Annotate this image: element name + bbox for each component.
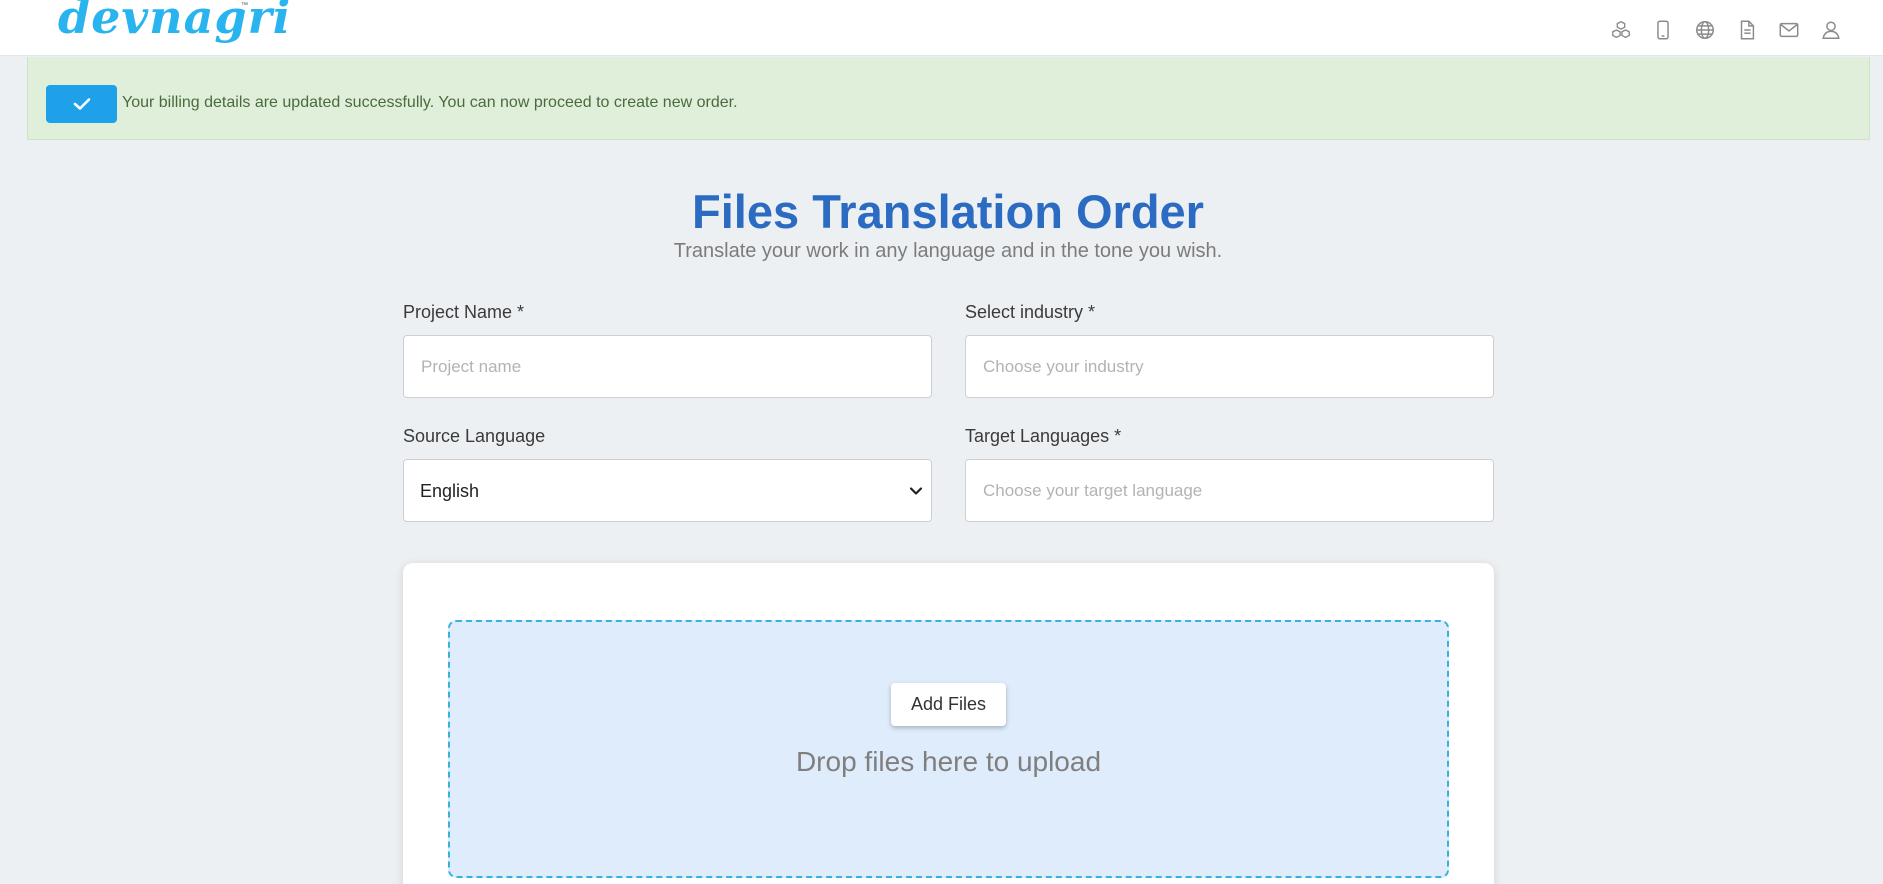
user-icon[interactable] <box>1819 18 1843 42</box>
logo-text: devnagri <box>58 0 292 44</box>
page-title: Files Translation Order <box>692 185 1204 238</box>
alert-message: Your billing details are updated success… <box>122 94 738 111</box>
industry-label: Select industry * <box>965 302 1096 322</box>
industry-input[interactable] <box>965 335 1494 398</box>
document-icon[interactable] <box>1735 18 1759 42</box>
project-name-label: Project Name * <box>403 302 525 322</box>
mobile-icon[interactable] <box>1651 18 1675 42</box>
mail-icon[interactable] <box>1777 18 1801 42</box>
alert-check-button[interactable] <box>46 85 117 123</box>
source-language-select[interactable]: English <box>403 459 932 522</box>
source-language-value: English <box>420 481 480 501</box>
page-subtitle: Translate your work in any language and … <box>673 240 1223 262</box>
top-navbar: devnagri ™ <box>0 0 1883 56</box>
logo-trademark: ™ <box>241 2 248 9</box>
devnagri-logo[interactable]: devnagri ™ <box>58 0 290 54</box>
cubes-icon[interactable] <box>1609 18 1633 42</box>
target-languages-input[interactable] <box>965 459 1494 522</box>
dropzone-text: Drop files here to upload <box>795 746 1102 777</box>
success-alert: Your billing details are updated success… <box>27 57 1870 140</box>
add-files-button[interactable]: Add Files <box>891 683 1006 726</box>
upload-card: Add Files Drop files here to upload <box>403 563 1494 884</box>
check-icon <box>73 98 90 110</box>
source-language-label: Source Language <box>403 426 546 446</box>
nav-icon-group <box>1609 18 1843 42</box>
target-languages-label: Target Languages * <box>965 426 1122 446</box>
project-name-input[interactable] <box>403 335 932 398</box>
globe-icon[interactable] <box>1693 18 1717 42</box>
file-dropzone[interactable]: Add Files Drop files here to upload <box>448 620 1449 878</box>
chevron-down-icon <box>909 487 923 495</box>
